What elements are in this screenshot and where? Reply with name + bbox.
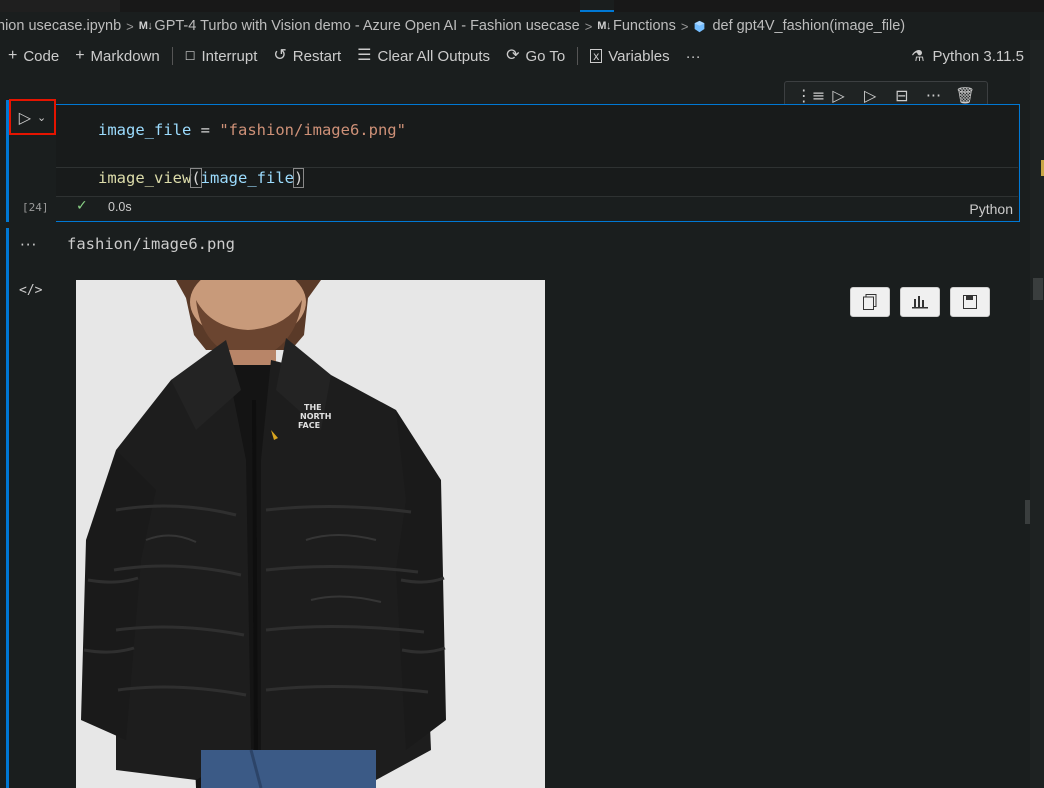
chevron-down-icon[interactable]: ⌄ (37, 111, 46, 124)
interrupt-label: Interrupt (201, 47, 258, 65)
copy-icon (863, 294, 877, 310)
clear-all-outputs-button[interactable]: ☰ Clear All Outputs (349, 42, 498, 70)
code-paren-close: ) (292, 168, 305, 188)
more-actions-button[interactable]: ··· (678, 42, 709, 70)
editor-tab[interactable] (120, 0, 580, 12)
ellipsis-icon: ··· (685, 47, 701, 65)
variables-button[interactable]: x Variables (582, 42, 677, 70)
code-argument: image_file (200, 169, 294, 187)
code-string: "fashion/image6.png" (219, 121, 406, 139)
output-more-icon[interactable]: ··· (20, 236, 37, 254)
editor-tab-strip (0, 0, 1044, 12)
kernel-picker[interactable]: ⚗ Python 3.11.5 (911, 42, 1024, 70)
save-image-button[interactable] (950, 287, 990, 317)
variables-label: Variables (608, 47, 670, 65)
breadcrumb-item-function[interactable]: def gpt4V_fashion(image_file) (712, 18, 905, 34)
execute-above-icon[interactable]: ⋮≡ (796, 88, 825, 104)
code-paren-open: ( (190, 168, 202, 188)
flask-icon: ⚗ (911, 48, 925, 65)
chevron-right-icon: > (126, 18, 134, 34)
toolbar-divider (577, 47, 579, 65)
restart-label: Restart (292, 47, 342, 65)
markdown-icon: M↓ (138, 20, 153, 32)
code-variable: image_file (98, 121, 192, 139)
toolbar-divider (171, 47, 173, 65)
add-code-label: Code (23, 47, 60, 65)
brand-logo-line-3: FACE (298, 421, 320, 430)
code-editor[interactable]: image_file = "fashion/image6.png" image_… (56, 105, 1018, 197)
breadcrumb: hion usecase.ipynb > M↓ GPT-4 Turbo with… (0, 14, 1044, 38)
open-in-data-viewer-button[interactable] (900, 287, 940, 317)
brand-logo-line-2: NORTH (300, 412, 331, 421)
save-icon (963, 295, 977, 309)
run-cell-button[interactable]: ▷ ⌄ (9, 99, 56, 135)
plus-icon: + (8, 47, 18, 64)
variables-icon: x (590, 49, 603, 63)
copy-image-button[interactable] (850, 287, 890, 317)
stop-icon: ☐ (184, 49, 196, 63)
scrollbar-thumb[interactable] (1033, 278, 1043, 300)
breadcrumb-item-file[interactable]: hion usecase.ipynb (0, 18, 121, 34)
ellipsis-icon[interactable]: ··· (922, 88, 944, 104)
chevron-right-icon: > (584, 18, 593, 34)
plus-icon: + (75, 47, 85, 64)
code-line-1: image_file = "fashion/image6.png" (98, 121, 406, 139)
sync-icon: ⟳ (506, 47, 520, 64)
add-markdown-label: Markdown (90, 47, 160, 65)
clear-all-outputs-label: Clear All Outputs (377, 47, 491, 65)
fashion-photo: THE NORTH FACE (81, 280, 446, 788)
check-icon: ✓ (76, 198, 88, 214)
vertical-scrollbar[interactable] (1030, 40, 1044, 788)
notebook-toolbar: + Code + Markdown ☐ Interrupt ↺ Restart … (0, 42, 1044, 70)
code-operator: = (191, 121, 220, 139)
kernel-label: Python 3.11.5 (932, 47, 1024, 65)
cube-icon (695, 20, 705, 32)
execute-cell-and-below-icon[interactable]: ▷ (859, 88, 881, 104)
restart-icon: ↺ (273, 47, 287, 64)
chevron-right-icon: > (680, 18, 689, 34)
add-markdown-button[interactable]: + Markdown (67, 42, 168, 70)
restart-button[interactable]: ↺ Restart (265, 42, 349, 70)
add-code-button[interactable]: + Code (0, 42, 67, 70)
output-focus-indicator (6, 228, 9, 788)
go-to-label: Go To (525, 47, 566, 65)
execute-cell-and-above-icon[interactable]: ▷ (827, 88, 849, 104)
code-function: image_view (98, 169, 192, 187)
breadcrumb-item-heading[interactable]: GPT-4 Turbo with Vision demo - Azure Ope… (154, 18, 579, 34)
editor-tab-active[interactable] (580, 0, 614, 12)
execution-time: 0.0s (108, 200, 132, 214)
markdown-icon: M↓ (597, 20, 611, 32)
output-image: THE NORTH FACE (76, 280, 545, 788)
split-cell-icon[interactable]: ⊟ (891, 88, 913, 104)
brand-logo-line-1: THE (304, 403, 322, 412)
trash-icon[interactable]: 🗑 (954, 88, 976, 104)
interrupt-button[interactable]: ☐ Interrupt (177, 42, 266, 70)
breadcrumb-item-functions[interactable]: Functions (613, 18, 676, 34)
output-code-icon[interactable]: </> (19, 283, 42, 298)
play-icon: ▷ (18, 107, 32, 127)
cell-language-label[interactable]: Python (969, 201, 1013, 217)
minimap-marker (1025, 500, 1030, 524)
chart-icon (912, 296, 928, 309)
editor-tab[interactable] (614, 0, 1044, 12)
code-cell: image_file = "fashion/image6.png" image_… (56, 104, 1020, 222)
output-actions (850, 287, 990, 317)
code-line-2: image_view(image_file) (98, 168, 305, 188)
clear-all-icon: ☰ (357, 47, 372, 64)
go-to-button[interactable]: ⟳ Go To (498, 42, 573, 70)
output-text: fashion/image6.png (67, 235, 235, 253)
execution-count: [24] (22, 201, 49, 214)
